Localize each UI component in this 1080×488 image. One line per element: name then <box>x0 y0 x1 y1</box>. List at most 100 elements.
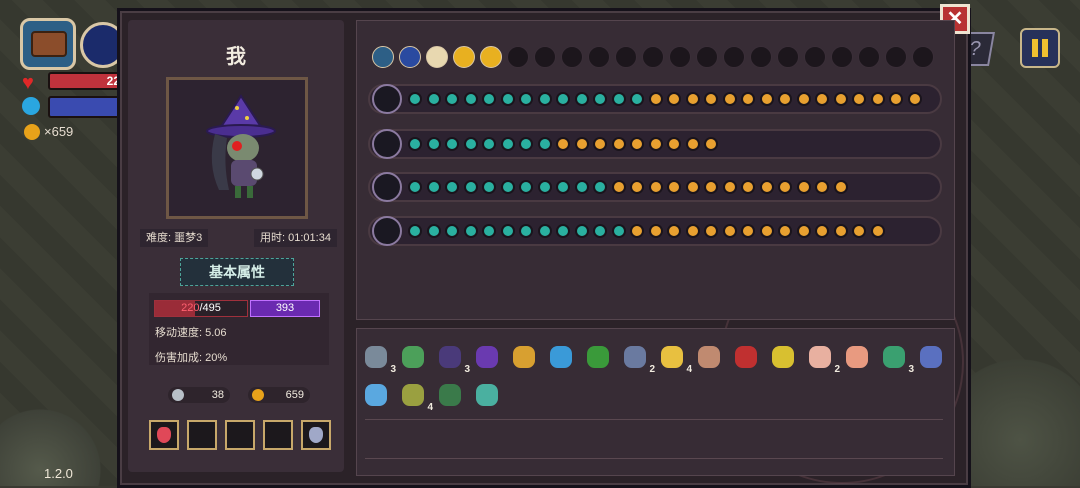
rune-icon[interactable] <box>870 92 885 106</box>
empty-equipment-slot[interactable] <box>885 46 907 68</box>
rune-icon[interactable] <box>408 92 422 106</box>
rune-icon[interactable] <box>426 137 441 151</box>
rune-icon[interactable] <box>574 137 589 151</box>
rune-icon[interactable] <box>741 180 755 194</box>
rune-icon[interactable] <box>574 92 589 106</box>
book-item[interactable]: 4 <box>399 381 433 413</box>
equipped-item-slot[interactable] <box>453 46 475 68</box>
rune-icon[interactable] <box>759 92 774 106</box>
rune-icon[interactable] <box>815 92 829 106</box>
rune-icon[interactable] <box>630 137 644 151</box>
staff-weapon-icon[interactable] <box>372 84 402 114</box>
rune-icon[interactable] <box>408 224 422 238</box>
rune-icon[interactable] <box>519 137 533 151</box>
rune-icon[interactable] <box>426 92 441 106</box>
pause-button[interactable] <box>1020 28 1060 68</box>
rune-icon[interactable] <box>519 224 533 238</box>
rune-icon[interactable] <box>500 180 515 194</box>
rune-icon[interactable] <box>593 224 607 238</box>
quick-slot-5[interactable] <box>301 420 331 450</box>
rune-icon[interactable] <box>778 224 792 238</box>
rune-icon[interactable] <box>852 224 866 238</box>
rune-icon[interactable] <box>907 92 922 106</box>
rune-icon[interactable] <box>778 180 792 194</box>
rune-icon[interactable] <box>408 180 422 194</box>
rune-icon[interactable] <box>704 137 718 151</box>
rune-icon[interactable] <box>445 180 459 194</box>
rune-icon[interactable] <box>426 224 441 238</box>
empty-equipment-slot[interactable] <box>858 46 880 68</box>
weapon-row[interactable] <box>368 172 942 202</box>
quick-slot-1[interactable] <box>149 420 179 450</box>
empty-equipment-slot[interactable] <box>642 46 664 68</box>
rune-icon[interactable] <box>630 224 644 238</box>
rune-icon[interactable] <box>482 137 496 151</box>
rune-icon[interactable] <box>445 137 459 151</box>
heart-gem-item[interactable] <box>732 343 760 371</box>
wizard-hat-item[interactable] <box>473 343 501 371</box>
quick-slot-4[interactable] <box>263 420 293 450</box>
basic-attributes-button[interactable]: 基本属性 <box>180 258 294 286</box>
chalice-item[interactable] <box>510 343 538 371</box>
rune-icon[interactable] <box>463 180 478 194</box>
rune-icon[interactable] <box>667 137 681 151</box>
rune-icon[interactable] <box>519 180 533 194</box>
magnifier-item[interactable] <box>362 381 390 409</box>
rune-icon[interactable] <box>778 92 792 106</box>
rune-icon[interactable] <box>574 180 589 194</box>
rune-icon[interactable] <box>889 92 903 106</box>
weapon-row[interactable] <box>368 129 942 159</box>
rune-icon[interactable] <box>630 92 644 106</box>
empty-equipment-slot[interactable] <box>534 46 556 68</box>
rune-icon[interactable] <box>463 92 478 106</box>
rune-icon[interactable] <box>445 224 459 238</box>
empty-equipment-slot[interactable] <box>615 46 637 68</box>
rune-icon[interactable] <box>556 92 570 106</box>
rune-icon[interactable] <box>611 180 626 194</box>
equipped-item-slot[interactable] <box>480 46 502 68</box>
rune-icon[interactable] <box>482 224 496 238</box>
equipped-item-slot[interactable] <box>426 46 448 68</box>
rune-icon[interactable] <box>852 92 866 106</box>
rune-icon[interactable] <box>593 92 607 106</box>
rune-icon[interactable] <box>408 137 422 151</box>
shell-item[interactable] <box>695 343 723 371</box>
rune-icon[interactable] <box>722 92 737 106</box>
rune-icon[interactable] <box>648 137 663 151</box>
rune-icon[interactable] <box>870 224 885 238</box>
glove-item[interactable]: 2 <box>621 343 655 375</box>
bottle-item[interactable] <box>917 343 945 371</box>
staff-weapon-icon[interactable] <box>372 216 402 246</box>
rune-icon[interactable] <box>500 137 515 151</box>
rune-icon[interactable] <box>537 92 552 106</box>
staff-weapon-icon[interactable] <box>372 129 402 159</box>
rune-icon[interactable] <box>685 92 700 106</box>
rune-icon[interactable] <box>833 180 848 194</box>
feather-item[interactable]: 2 <box>806 343 840 375</box>
rune-icon[interactable] <box>630 180 644 194</box>
rune-icon[interactable] <box>482 180 496 194</box>
plant-item[interactable] <box>584 343 612 371</box>
empty-equipment-slot[interactable] <box>912 46 934 68</box>
empty-equipment-slot[interactable] <box>669 46 691 68</box>
empty-equipment-slot[interactable] <box>696 46 718 68</box>
potion-item[interactable]: 4 <box>658 343 692 375</box>
inventory-chest-icon[interactable] <box>20 18 76 70</box>
empty-equipment-slot[interactable] <box>723 46 745 68</box>
rune-icon[interactable] <box>704 92 718 106</box>
weapon-row[interactable] <box>368 216 942 246</box>
rune-icon[interactable] <box>482 92 496 106</box>
rune-icon[interactable] <box>759 224 774 238</box>
rune-icon[interactable] <box>445 92 459 106</box>
weapon-row[interactable] <box>368 84 942 114</box>
rune-icon[interactable] <box>685 137 700 151</box>
rune-icon[interactable] <box>833 92 848 106</box>
rune-icon[interactable] <box>500 92 515 106</box>
rune-icon[interactable] <box>704 180 718 194</box>
rune-icon[interactable] <box>519 92 533 106</box>
rune-icon[interactable] <box>796 224 811 238</box>
rune-icon[interactable] <box>685 180 700 194</box>
rune-icon[interactable] <box>815 224 829 238</box>
empty-equipment-slot[interactable] <box>750 46 772 68</box>
robe-item[interactable]: 3 <box>436 343 470 375</box>
